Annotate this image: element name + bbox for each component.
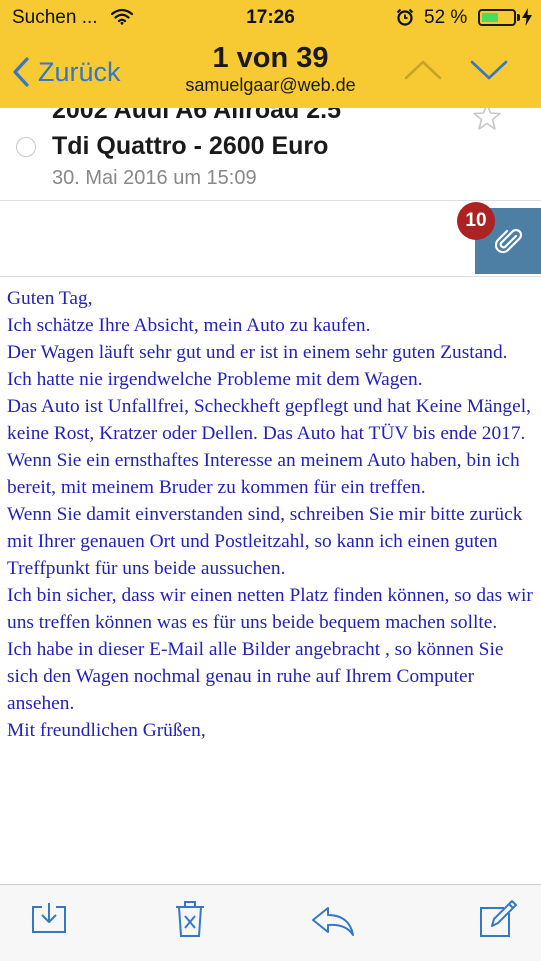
reply-icon xyxy=(312,907,354,936)
body-paragraph: Mit freundlichen Grüßen, xyxy=(7,720,206,741)
status-bar: Suchen ... 17:26 52 % xyxy=(0,0,541,36)
body-paragraph: Ich hatte nie irgendwelche Probleme mit … xyxy=(7,369,423,390)
paperclip-icon xyxy=(495,228,523,254)
star-icon[interactable] xyxy=(472,108,502,137)
body-paragraph: Wenn Sie ein ernsthaftes Interesse an me… xyxy=(7,450,520,498)
archive-button[interactable] xyxy=(30,901,68,940)
subject-line: 2002 Audi A6 Allroad 2.5 xyxy=(52,108,341,124)
chevron-down-icon xyxy=(470,60,508,80)
body-paragraph: Das Auto ist Unfallfrei, Scheckheft gepf… xyxy=(7,396,531,444)
previous-message-button[interactable] xyxy=(403,58,443,87)
message-counter: 1 von 39 xyxy=(212,42,329,74)
body-paragraph: Ich schätze Ihre Absicht, mein Auto zu k… xyxy=(7,315,371,336)
account-address: samuelgaar@web.de xyxy=(185,75,356,95)
reply-button[interactable] xyxy=(310,905,356,942)
body-paragraph: Der Wagen läuft sehr gut und er ist in e… xyxy=(7,342,508,363)
subject-line: Tdi Quattro - 2600 Euro xyxy=(52,132,329,160)
bottom-toolbar xyxy=(0,884,541,961)
delete-button[interactable] xyxy=(174,899,206,944)
attachments-row: 10 xyxy=(0,201,541,277)
attachment-count-badge: 10 xyxy=(457,202,495,240)
next-message-button[interactable] xyxy=(469,58,509,87)
battery-tip xyxy=(517,14,520,21)
body-paragraph: Guten Tag, xyxy=(7,288,93,309)
body-paragraph: Ich bin sicher, dass wir einen netten Pl… xyxy=(7,585,533,633)
charging-icon xyxy=(522,8,532,32)
compose-button[interactable] xyxy=(478,899,518,944)
battery-icon xyxy=(478,9,516,26)
archive-icon xyxy=(32,903,66,933)
message-body: Guten Tag, Ich schätze Ihre Absicht, mein… xyxy=(7,285,539,744)
alarm-icon xyxy=(396,8,414,32)
unread-toggle[interactable] xyxy=(16,137,36,157)
message-header: 2002 Audi A6 Allroad 2.5 Tdi Quattro - 2… xyxy=(0,108,541,201)
chevron-up-icon xyxy=(404,60,442,80)
header: Suchen ... 17:26 52 % Zurück 1 von 39 sa… xyxy=(0,0,541,108)
body-paragraph: Wenn Sie damit einverstanden sind, schre… xyxy=(7,504,523,579)
body-paragraph: Ich habe in dieser E-Mail alle Bilder an… xyxy=(7,639,504,714)
message-subject: 2002 Audi A6 Allroad 2.5 Tdi Quattro - 2… xyxy=(52,108,472,164)
trash-icon xyxy=(176,901,204,937)
battery-fill xyxy=(482,13,498,22)
battery-percent: 52 % xyxy=(424,7,468,28)
message-date: 30. Mai 2016 um 15:09 xyxy=(52,167,257,189)
compose-icon xyxy=(480,900,517,937)
